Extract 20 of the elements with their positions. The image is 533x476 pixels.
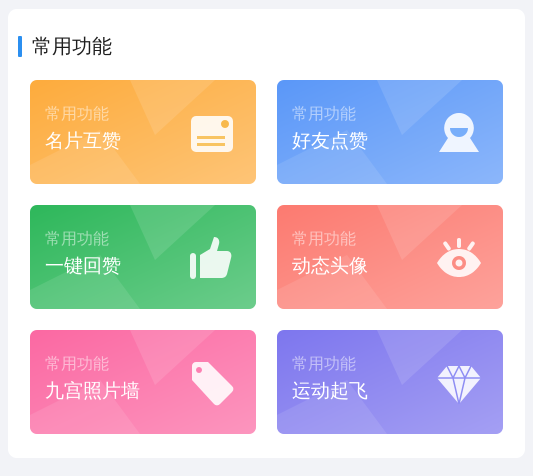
tile-caption: 常用功能 <box>45 354 110 375</box>
tile-caption: 常用功能 <box>292 354 357 375</box>
feature-tile[interactable]: 常用功能 动态头像 <box>277 205 503 309</box>
feature-tile[interactable]: 常用功能 九宫照片墙 <box>30 330 256 434</box>
tile-caption: 常用功能 <box>292 229 357 250</box>
section-title: 常用功能 <box>32 33 112 60</box>
feature-tile[interactable]: 常用功能 一键回赞 <box>30 205 256 309</box>
tile-title: 一键回赞 <box>45 254 121 279</box>
feature-tile[interactable]: 常用功能 运动起飞 <box>277 330 503 434</box>
tile-caption: 常用功能 <box>292 104 357 125</box>
tile-title: 好友点赞 <box>292 129 368 154</box>
tile-caption: 常用功能 <box>45 104 110 125</box>
tile-title: 名片互赞 <box>45 129 121 154</box>
tile-caption: 常用功能 <box>45 229 110 250</box>
accent-bar <box>18 36 22 57</box>
tile-title: 九宫照片墙 <box>45 379 140 404</box>
feature-tile[interactable]: 常用功能 名片互赞 <box>30 80 256 184</box>
tile-title: 动态头像 <box>292 254 368 279</box>
feature-tile[interactable]: 常用功能 好友点赞 <box>277 80 503 184</box>
tile-title: 运动起飞 <box>292 379 368 404</box>
